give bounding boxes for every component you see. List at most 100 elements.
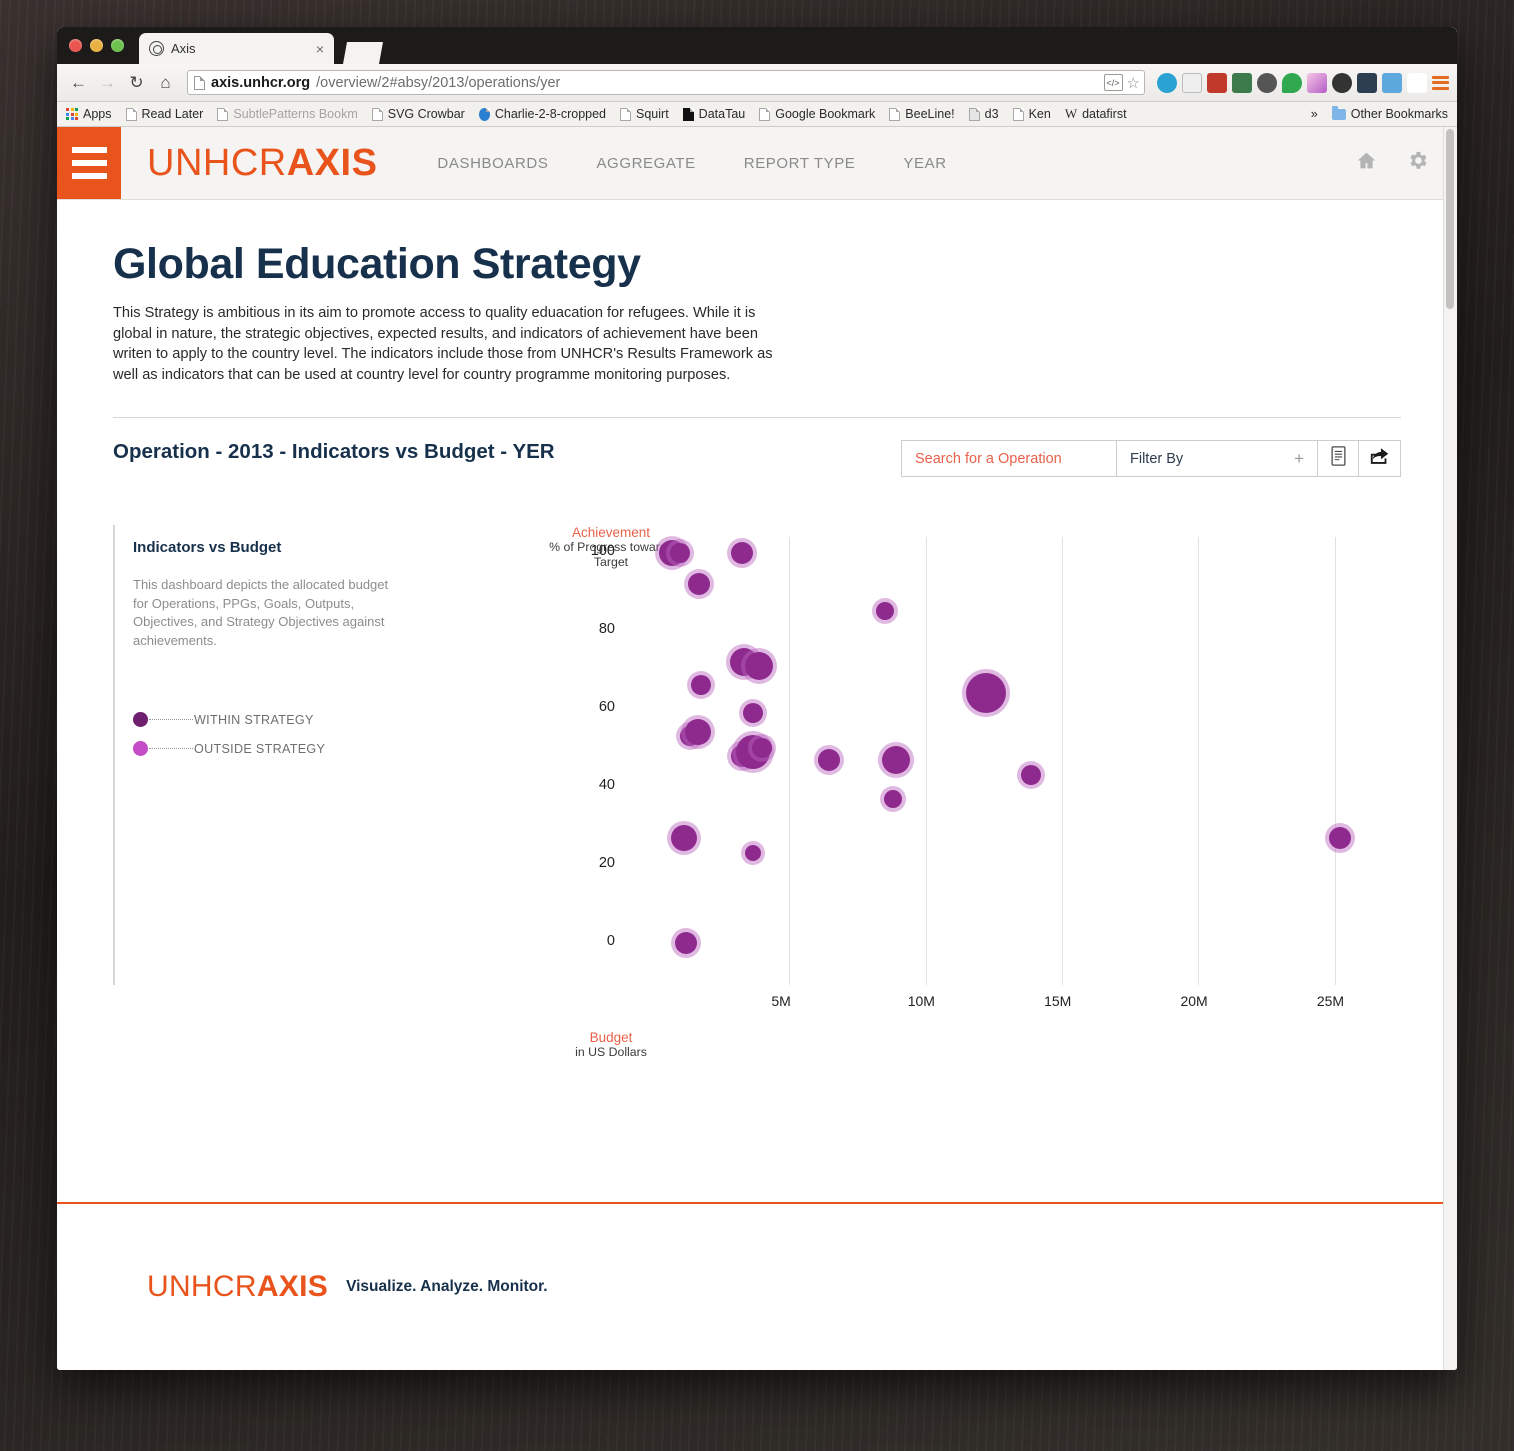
gear-icon[interactable] [1406,149,1429,177]
home-button[interactable]: ⌂ [152,69,179,96]
bookmark-datatau[interactable]: DataTau [682,107,745,121]
x-axis-title: Budget in US Dollars [546,1030,676,1060]
page-icon [217,107,229,121]
bookmark-apps[interactable]: Apps [66,107,112,121]
bookmark-other-bookmarks[interactable]: Other Bookmarks [1331,105,1448,121]
logo-axis: AXIS [286,141,378,184]
page-content: Global Education Strategy This Strategy … [57,200,1457,1125]
bookmarks-overflow-button[interactable]: » [1311,107,1318,121]
page-icon [759,107,771,121]
colorpicker-extension-icon[interactable] [1307,72,1327,93]
scatter-bubble[interactable] [752,737,773,758]
chrome-menu-icon[interactable] [1432,75,1449,90]
app-header: UNHCR AXIS DASHBOARDS AGGREGATE REPORT TY… [57,127,1457,200]
bookmark-d3[interactable]: d3 [968,107,999,121]
crosshair-extension-icon[interactable] [1407,72,1427,93]
chart-legend: WITHIN STRATEGY OUTSIDE STRATEGY [133,712,413,756]
bookmark-beeline[interactable]: BeeLine! [889,107,955,121]
scatter-bubble[interactable] [730,541,753,564]
scatter-bubble[interactable] [690,675,711,696]
new-tab-button[interactable] [343,42,383,64]
bookmark-label: BeeLine! [905,107,955,121]
onepassword-extension-icon[interactable] [1332,72,1352,93]
bookmark-datafirst[interactable]: W datafirst [1065,106,1127,122]
y-axis-tick: 100 [590,542,615,559]
scatter-bubble[interactable] [685,719,711,746]
scatter-bubble[interactable] [1329,826,1352,849]
close-window-button[interactable] [69,39,82,52]
footer-logo-unhcr: UNHCR [147,1270,257,1303]
bookmark-read-later[interactable]: Read Later [125,107,204,121]
scatter-bubble[interactable] [688,572,711,595]
scatter-bubble[interactable] [965,673,1006,714]
scatter-bubble[interactable] [744,845,761,862]
scatter-bubble[interactable] [745,651,774,680]
bookmark-label: Read Later [141,107,204,121]
nav-item-dashboards[interactable]: DASHBOARDS [437,155,548,172]
section-title: Operation - 2013 - Indicators vs Budget … [113,440,555,463]
search-operation-input[interactable]: Search for a Operation [902,441,1117,476]
scatter-bubble[interactable] [884,789,902,808]
add-filter-icon[interactable]: + [1294,449,1304,469]
scatter-bubble[interactable] [671,824,698,851]
filter-by-dropdown[interactable]: Filter By + [1117,441,1318,476]
forward-button[interactable]: → [94,69,121,96]
nav-item-report-type[interactable]: REPORT TYPE [744,155,856,172]
bookmark-label: Squirt [636,107,669,121]
x-axis-label: Budget [589,1030,633,1045]
dictionary-extension-icon[interactable] [1207,72,1227,93]
bookmark-star-icon[interactable]: ☆ [1127,74,1140,92]
help-extension-icon[interactable] [1182,72,1202,93]
scatter-bubble[interactable] [670,542,691,563]
nav-item-aggregate[interactable]: AGGREGATE [596,155,695,172]
bookmark-google-bookmark[interactable]: Google Bookmark [759,107,875,121]
scatter-bubble[interactable] [881,745,910,774]
wikipedia-icon: W [1064,106,1078,121]
svg-crowbar-icon[interactable]: </> [1103,74,1123,91]
vimeo-extension-icon[interactable] [1157,72,1177,93]
scatter-plot: Achievement % of Progress towards Target… [468,525,1428,1095]
globe-extension-icon[interactable] [1257,72,1277,93]
hangouts-extension-icon[interactable] [1282,72,1302,93]
report-button[interactable] [1318,441,1359,476]
bookmark-ken[interactable]: Ken [1012,107,1051,121]
page-scrollbar[interactable] [1443,127,1457,1370]
home-icon[interactable] [1355,150,1378,176]
scatter-bubble[interactable] [1020,765,1041,786]
url-host: axis.unhcr.org [211,74,311,91]
bookmark-squirt[interactable]: Squirt [620,107,669,121]
nav-item-year[interactable]: YEAR [903,155,946,172]
address-bar[interactable]: axis.unhcr.org /overview/2#absy/2013/ope… [187,70,1145,95]
legend-item-within-strategy[interactable]: WITHIN STRATEGY [133,712,413,727]
scatter-bubble[interactable] [875,602,894,621]
back-button[interactable]: ← [65,69,92,96]
bookmark-subtlepatterns[interactable]: SubtlePatterns Bookm [217,107,358,121]
app-logo[interactable]: UNHCR AXIS [121,127,377,199]
share-button[interactable] [1359,441,1400,476]
maximize-window-button[interactable] [111,39,124,52]
reload-button[interactable]: ↻ [123,69,150,96]
x-axis-sublabel: in US Dollars [575,1045,647,1059]
speedtest-extension-icon[interactable] [1357,72,1377,93]
page-description: This Strategy is ambitious in its aim to… [113,305,773,383]
bookmark-charlie[interactable]: Charlie-2-8-cropped [478,107,606,121]
close-tab-button[interactable]: × [310,41,324,57]
browser-tab[interactable]: Axis × [139,33,334,64]
scrollbar-thumb[interactable] [1446,129,1454,309]
page-icon [620,107,632,121]
main-navigation: DASHBOARDS AGGREGATE REPORT TYPE YEAR [437,127,946,199]
scatter-bubble[interactable] [817,748,840,771]
window-controls[interactable] [69,39,124,52]
grid-line [925,537,927,985]
bookmark-svg-crowbar[interactable]: SVG Crowbar [371,107,465,121]
eyedropper-extension-icon[interactable] [1232,72,1252,93]
legend-item-outside-strategy[interactable]: OUTSIDE STRATEGY [133,741,413,756]
pageruler-extension-icon[interactable] [1382,72,1402,93]
menu-toggle-button[interactable] [57,127,121,199]
minimize-window-button[interactable] [90,39,103,52]
filter-label: Filter By [1130,450,1184,467]
scatter-bubble[interactable] [674,932,697,955]
scatter-bubble[interactable] [742,702,763,723]
browser-toolbar: ← → ↻ ⌂ axis.unhcr.org /overview/2#absy/… [57,64,1457,102]
grid-line [1334,537,1336,985]
